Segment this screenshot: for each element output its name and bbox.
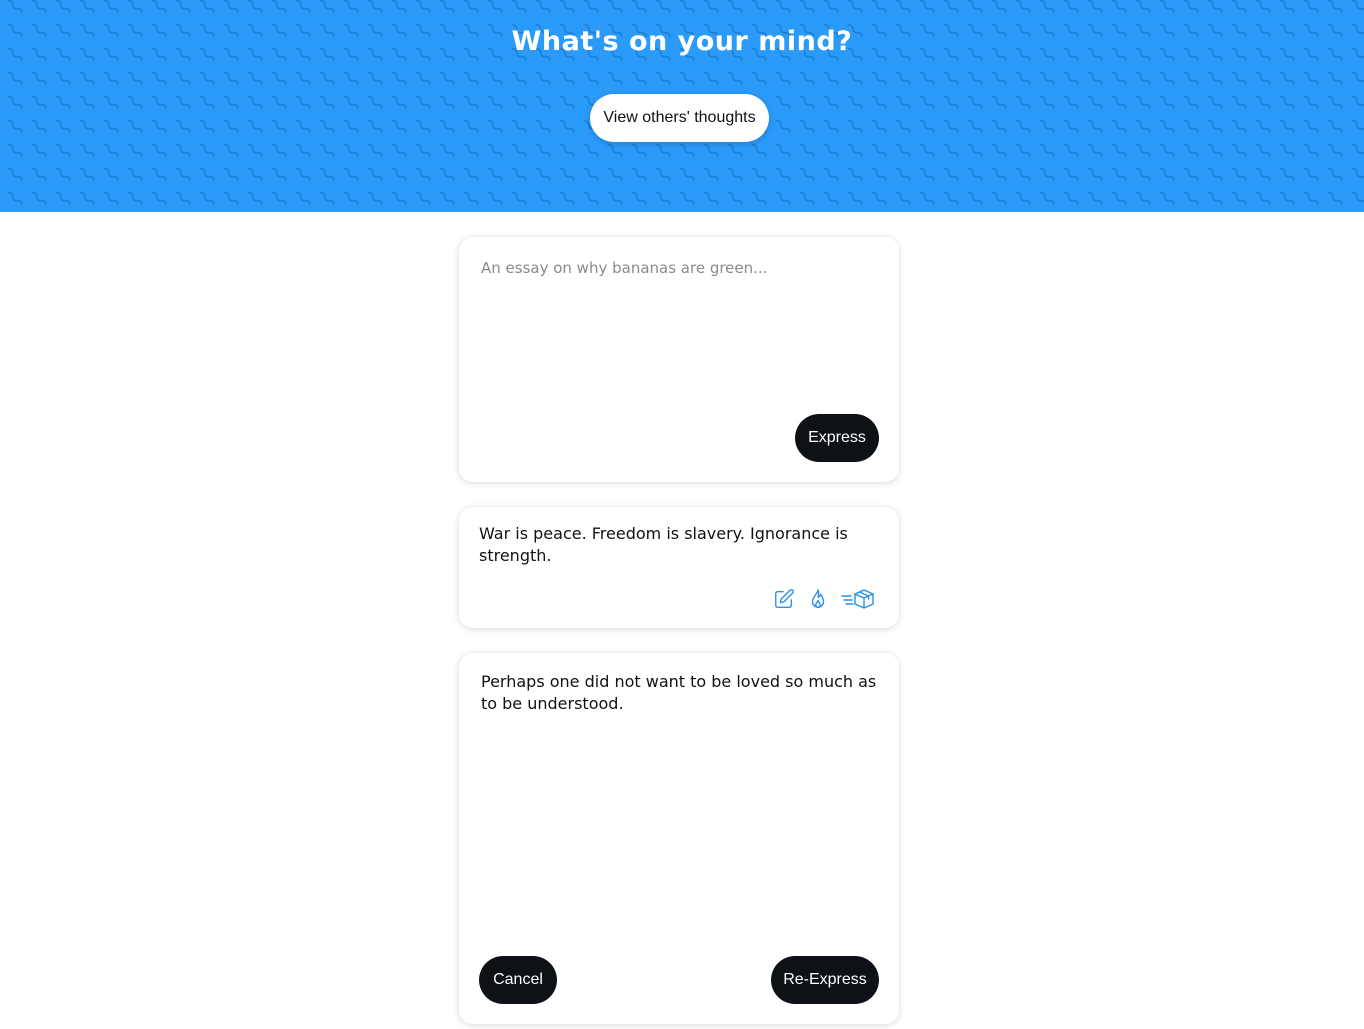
thought-text: War is peace. Freedom is slavery. Ignora…	[479, 524, 848, 565]
re-express-button[interactable]: Re-Express	[771, 956, 879, 1004]
view-others-thoughts-button[interactable]: View others' thoughts	[590, 94, 769, 142]
thought-card: War is peace. Freedom is slavery. Ignora…	[459, 507, 899, 628]
express-button[interactable]: Express	[795, 414, 879, 462]
hero-header: What's on your mind? View others' though…	[0, 0, 1364, 212]
fire-icon[interactable]	[807, 587, 829, 611]
page-title: What's on your mind?	[511, 26, 853, 57]
thought-input[interactable]	[481, 259, 877, 379]
shipping-box-icon[interactable]	[841, 587, 875, 611]
edit-thought-card: Perhaps one did not want to be loved so …	[459, 653, 899, 1024]
thought-actions	[459, 587, 899, 611]
edit-icon[interactable]	[772, 587, 796, 611]
edit-thought-input[interactable]: Perhaps one did not want to be loved so …	[481, 671, 877, 941]
cancel-button[interactable]: Cancel	[479, 956, 557, 1004]
compose-card: Express	[459, 237, 899, 482]
